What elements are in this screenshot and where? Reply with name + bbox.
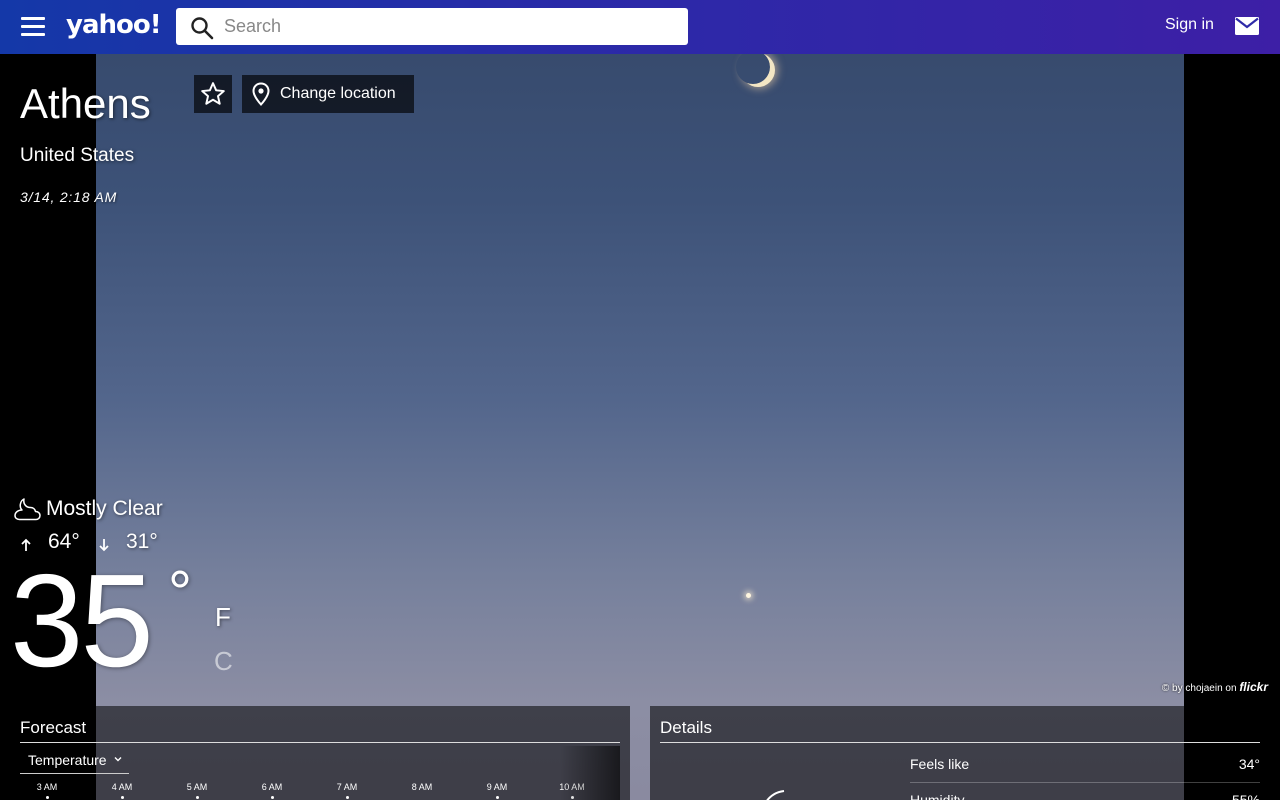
hour-marker <box>196 796 199 799</box>
degree-symbol: ° <box>168 559 192 626</box>
detail-label: Feels like <box>910 756 970 772</box>
current-temperature: 35 <box>10 547 154 694</box>
hour-marker <box>271 796 274 799</box>
details-panel: Details Feels like 34° Humidity 55% <box>650 706 1270 800</box>
yahoo-logo[interactable]: yahoo! <box>66 10 162 40</box>
hour-marker <box>46 796 49 799</box>
hour-marker <box>496 796 499 799</box>
details-title: Details <box>660 718 712 737</box>
location-pin-icon <box>252 82 270 106</box>
search-icon[interactable] <box>190 16 214 40</box>
city-name: Athens <box>20 80 151 127</box>
hour-label: 9 AM <box>486 782 508 792</box>
unit-celsius-toggle[interactable]: C <box>214 646 233 677</box>
photo-credit-text: © by chojaein on <box>1161 683 1237 694</box>
change-location-button[interactable]: Change location <box>242 75 414 113</box>
detail-value: 34° <box>1238 756 1260 772</box>
photo-credit[interactable]: © by chojaein on flickr <box>1162 680 1268 694</box>
current-condition: Mostly Clear <box>12 496 163 522</box>
unit-fahrenheit-toggle[interactable]: F <box>215 602 231 633</box>
hourly-timeline: 3 AM 4 AM 5 AM 6 AM 7 AM 8 AM 9 AM 10 AM <box>20 782 620 800</box>
menu-icon[interactable] <box>21 17 45 37</box>
hour-label: 5 AM <box>186 782 208 792</box>
forecast-metric-value: Temperature <box>28 752 107 768</box>
hour-label: 6 AM <box>261 782 283 792</box>
hour-label: 8 AM <box>411 782 433 792</box>
moon-phase-icon <box>766 790 785 800</box>
detail-value: 55% <box>1231 792 1260 800</box>
details-divider <box>660 742 1260 743</box>
search-input[interactable] <box>224 8 674 45</box>
star-icon <box>201 82 225 105</box>
country-name: United States <box>20 145 135 166</box>
mail-icon[interactable] <box>1235 17 1259 35</box>
hour-label: 4 AM <box>111 782 133 792</box>
moon-cloud-icon <box>14 498 41 521</box>
moon-crescent <box>736 50 770 84</box>
forecast-panel: Forecast Temperature 3 AM 4 AM 5 AM 6 AM… <box>10 706 630 800</box>
background-photo <box>96 0 1184 800</box>
condition-text: Mostly Clear <box>46 497 163 520</box>
evening-star <box>746 593 751 598</box>
hour-marker <box>346 796 349 799</box>
local-datetime: 3/14, 2:18 AM <box>20 189 118 205</box>
hour-label: 3 AM <box>36 782 58 792</box>
detail-row-feels-like: Feels like 34° <box>910 756 1260 772</box>
hour-label: 7 AM <box>336 782 358 792</box>
forecast-divider <box>20 742 620 743</box>
timeline-scroll-fade <box>560 746 620 800</box>
search-bar[interactable] <box>176 8 688 45</box>
sign-in-link[interactable]: Sign in <box>1165 16 1214 34</box>
forecast-metric-select[interactable]: Temperature <box>20 750 129 774</box>
chevron-down-icon <box>114 757 122 762</box>
favorite-button[interactable] <box>194 75 232 113</box>
flickr-logo: flickr <box>1239 680 1268 694</box>
forecast-title: Forecast <box>20 718 87 737</box>
change-location-label: Change location <box>280 85 396 102</box>
detail-row-humidity: Humidity 55% <box>910 792 1260 800</box>
detail-label: Humidity <box>910 792 965 800</box>
detail-separator <box>910 782 1260 783</box>
hour-marker <box>121 796 124 799</box>
top-header: yahoo! Sign in <box>0 0 1280 54</box>
